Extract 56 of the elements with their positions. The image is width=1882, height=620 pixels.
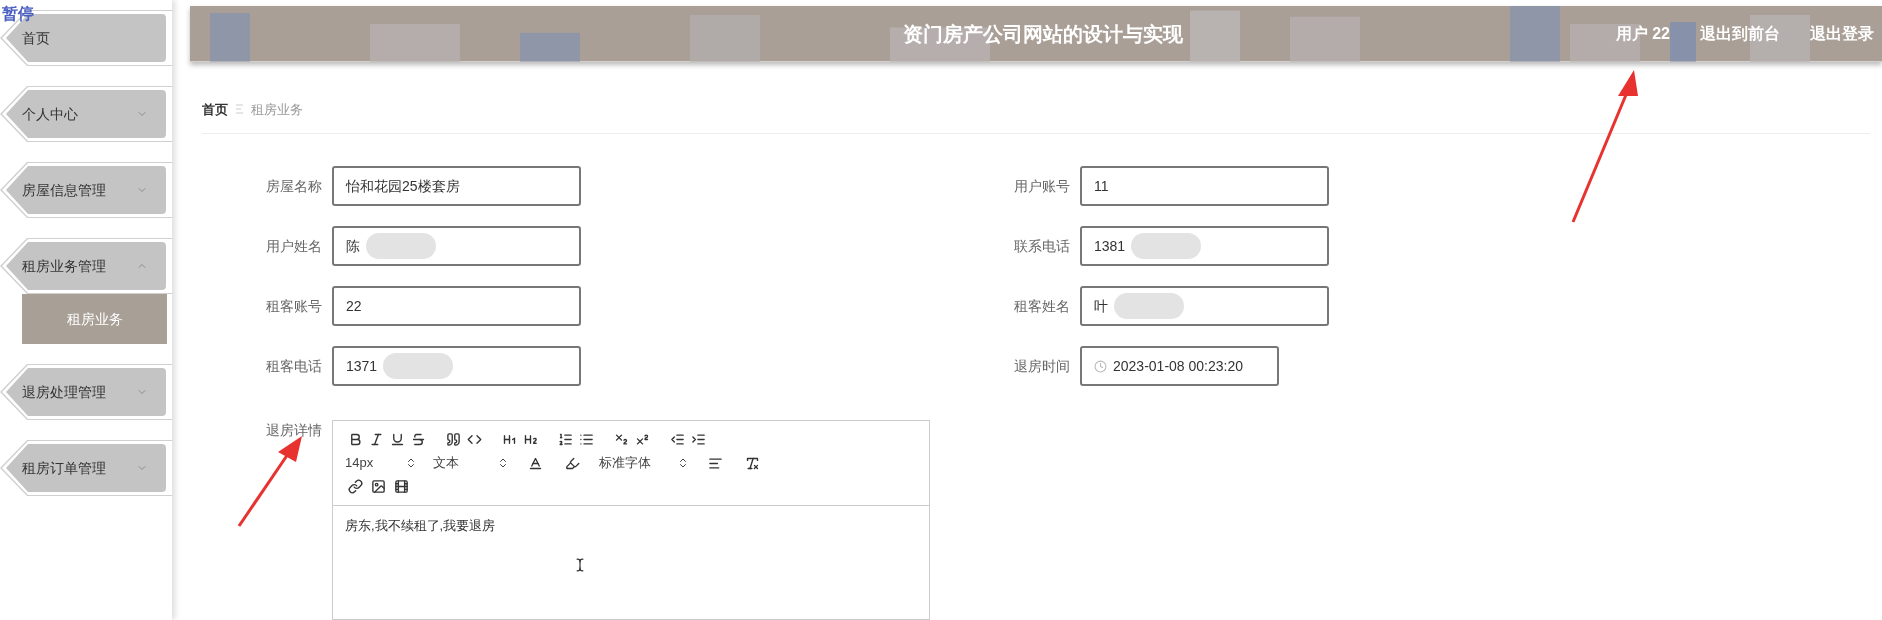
toolbar-select[interactable]: 14px — [345, 453, 417, 473]
align-icon — [708, 455, 723, 471]
site-title: 资门房产公司网站的设计与实现 — [902, 21, 1183, 47]
breadcrumb-link[interactable]: 首页 — [202, 99, 228, 119]
input-field[interactable]: 11 — [1080, 166, 1329, 206]
bullet-list-icon — [579, 432, 594, 447]
input-field[interactable]: 1381 — [1080, 226, 1329, 266]
bold-icon — [348, 432, 363, 447]
image-icon — [371, 479, 386, 494]
numbered-list-icon — [558, 432, 573, 447]
input-field[interactable]: 陈 — [332, 226, 581, 266]
field-label: 用户账号 — [1013, 176, 1071, 196]
input-field[interactable]: 22 — [332, 286, 581, 326]
superscript-icon — [635, 432, 650, 447]
link-button[interactable] — [345, 476, 366, 497]
indent-icon — [691, 432, 706, 447]
field-label: 租客姓名 — [1013, 296, 1071, 316]
subscript-icon — [614, 432, 629, 447]
input-field[interactable]: 1371 — [332, 346, 581, 386]
up-down-caret-icon — [497, 457, 509, 469]
up-down-caret-icon — [677, 457, 689, 469]
clock-icon — [1094, 359, 1107, 373]
quote-icon — [446, 432, 461, 447]
sidebar-item[interactable]: 租房订单管理 — [6, 444, 166, 492]
clear-format-icon — [745, 455, 760, 471]
link-icon — [348, 479, 363, 494]
field-label: 租客电话 — [265, 356, 323, 376]
toolbar-select[interactable]: 标准字体 — [599, 453, 689, 473]
date-time-field[interactable]: 2023-01-08 00:23:20 — [1080, 346, 1279, 386]
heading-two-icon — [523, 432, 538, 447]
strikethrough-icon — [411, 432, 426, 447]
editor-text[interactable]: 房东,我不续租了,我要退房 — [345, 516, 917, 536]
heading-one-icon — [502, 432, 517, 447]
input-field[interactable]: 怡和花园25楼套房 — [332, 166, 581, 206]
field-label: 租客账号 — [265, 296, 323, 316]
field-label: 房屋名称 — [265, 176, 323, 196]
font-color-icon — [528, 455, 543, 471]
sidebar-item[interactable]: 个人中心 — [6, 90, 166, 138]
sidebar-item[interactable]: 租房业务管理 — [6, 242, 166, 290]
sidebar-item[interactable]: 退房处理管理 — [6, 368, 166, 416]
field-label: 用户姓名 — [265, 236, 323, 256]
video-icon — [394, 479, 409, 494]
background-color-icon — [565, 455, 580, 471]
separator-icon — [236, 104, 243, 115]
field-label: 联系电话 — [1013, 236, 1071, 256]
sidebar-item[interactable]: 房屋信息管理 — [6, 166, 166, 214]
italic-icon — [369, 432, 384, 447]
code-icon — [467, 432, 482, 447]
toolbar-select[interactable]: 文本 — [433, 453, 509, 473]
up-down-caret-icon — [405, 457, 417, 469]
field-label: 退房时间 — [1013, 356, 1071, 376]
field-label: 退房详情 — [266, 421, 322, 440]
input-field[interactable]: 叶 — [1080, 286, 1329, 326]
outdent-icon — [670, 432, 685, 447]
user-name: 用户 22 — [1615, 23, 1670, 44]
underline-icon — [390, 432, 405, 447]
